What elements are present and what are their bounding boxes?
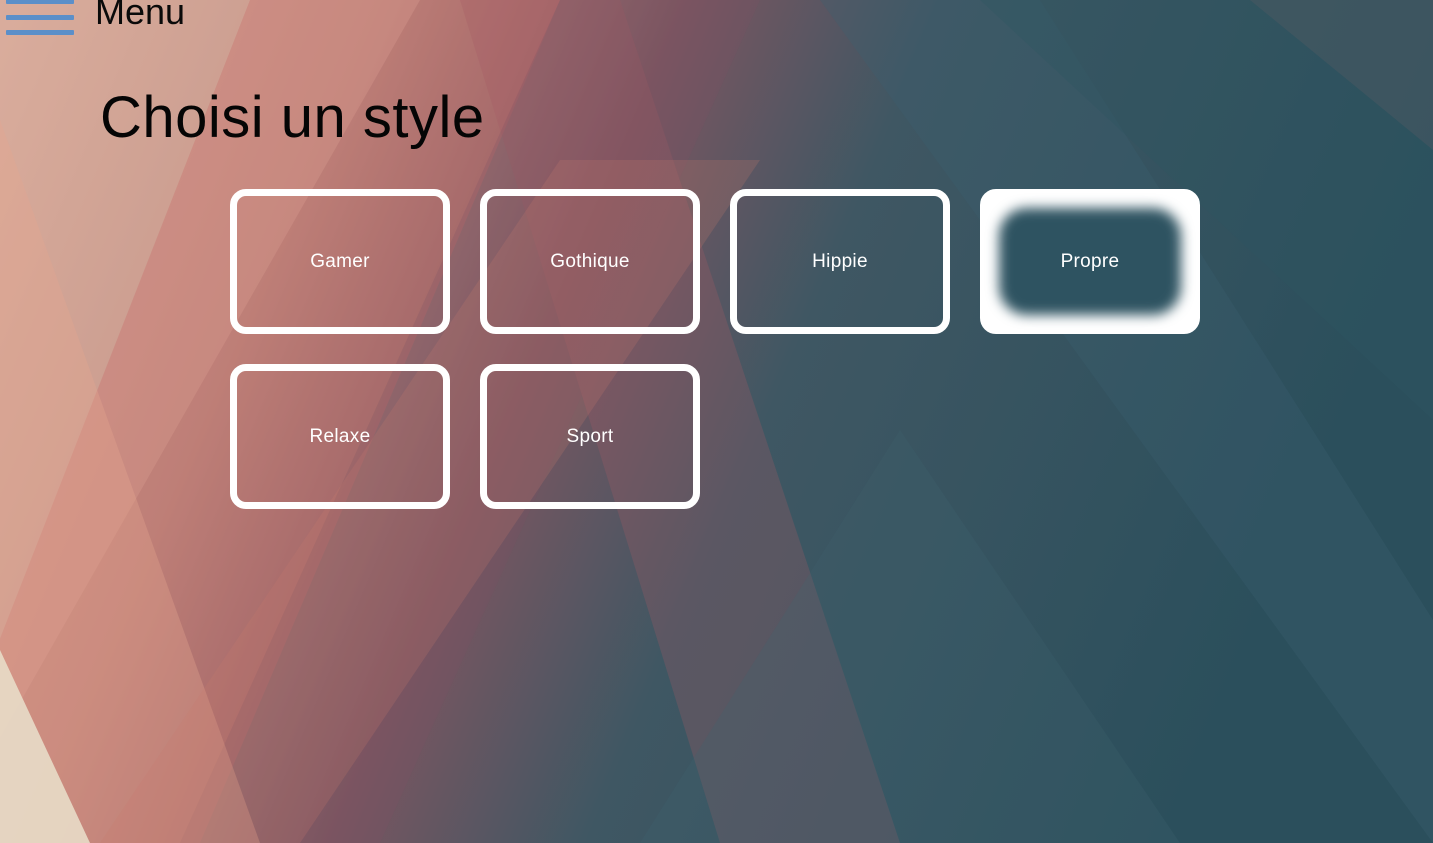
style-card-label: Propre (1060, 250, 1120, 272)
page-title: Choisi un style (100, 85, 485, 150)
hamburger-icon[interactable] (6, 0, 74, 35)
style-card-label: Gothique (550, 250, 630, 272)
style-card-label: Gamer (310, 250, 370, 272)
style-card-label: Hippie (812, 250, 868, 272)
style-grid: Gamer Gothique Hippie Propre Relaxe Spor… (230, 189, 1200, 509)
style-card-label: Relaxe (309, 425, 371, 447)
style-card-label: Sport (566, 425, 614, 447)
style-card-gothique[interactable]: Gothique (480, 189, 700, 334)
style-card-gamer[interactable]: Gamer (230, 189, 450, 334)
menu-label[interactable]: Menu (95, 0, 185, 33)
menu-button[interactable]: Menu (6, 0, 185, 48)
style-card-propre[interactable]: Propre (980, 189, 1200, 334)
style-card-relaxe[interactable]: Relaxe (230, 364, 450, 509)
style-card-sport[interactable]: Sport (480, 364, 700, 509)
style-card-hippie[interactable]: Hippie (730, 189, 950, 334)
